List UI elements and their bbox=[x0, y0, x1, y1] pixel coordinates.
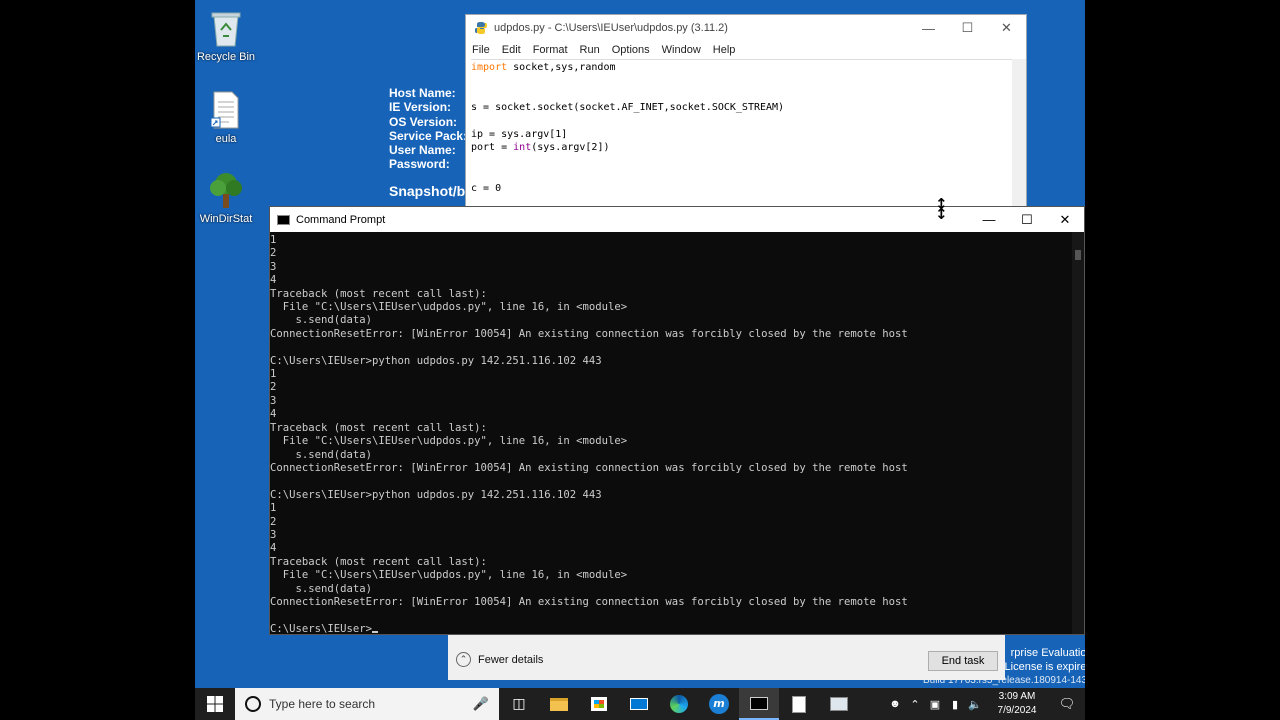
desktop-icon-label: eula bbox=[215, 133, 237, 145]
microphone-icon[interactable]: 🎤 bbox=[473, 696, 489, 712]
menu-options[interactable]: Options bbox=[612, 44, 650, 56]
close-icon[interactable]: ✕ bbox=[987, 15, 1026, 41]
tree-icon bbox=[210, 173, 242, 208]
cmd-titlebar[interactable]: Command Prompt — ☐ ✕ bbox=[270, 207, 1084, 232]
console-text: 1 2 3 4 Traceback (most recent call last… bbox=[270, 234, 908, 608]
task-view-icon[interactable]: ◫ bbox=[499, 688, 539, 720]
chevron-up-icon: ⌃ bbox=[456, 652, 471, 667]
edge-browser-icon[interactable] bbox=[659, 688, 699, 720]
desktop-icon-windirstat[interactable]: WinDirStat bbox=[195, 170, 261, 225]
search-placeholder: Type here to search bbox=[269, 697, 376, 711]
code-line: c = 0 bbox=[471, 182, 502, 194]
bginfo-label: OS Version: bbox=[389, 114, 458, 129]
system-tray: ☻ ⌃ ▣ ▮ 🔈 3:09 AM 7/9/2024 🗨 bbox=[885, 688, 1085, 720]
maximize-icon[interactable]: ☐ bbox=[1008, 207, 1046, 232]
bginfo-label: Host Name: bbox=[389, 86, 456, 100]
menu-help[interactable]: Help bbox=[713, 44, 736, 56]
code-builtin: int bbox=[513, 142, 532, 154]
chevron-up-icon[interactable]: ⌃ bbox=[905, 698, 925, 711]
idle-editor-window[interactable]: udpdos.py - C:\Users\IEUser\udpdos.py (3… bbox=[465, 14, 1027, 214]
scrollbar-thumb[interactable] bbox=[1075, 250, 1081, 260]
menu-file[interactable]: File bbox=[472, 44, 490, 56]
notepad-taskbar-icon[interactable] bbox=[779, 688, 819, 720]
command-prompt-window[interactable]: Command Prompt — ☐ ✕ ↕ ↕ 1 2 3 4 Tracebac… bbox=[269, 197, 1085, 635]
idle-titlebar[interactable]: udpdos.py - C:\Users\IEUser\udpdos.py (3… bbox=[466, 15, 1026, 41]
code-text: socket,sys,random bbox=[507, 62, 616, 73]
code-line: s = socket.socket(socket.AF_INET,socket.… bbox=[471, 102, 785, 114]
python-icon bbox=[475, 22, 487, 34]
command-prompt-taskbar-icon[interactable] bbox=[739, 688, 779, 720]
bginfo-snapshot: Snapshot/ba bbox=[389, 182, 474, 199]
menu-format[interactable]: Format bbox=[533, 44, 568, 56]
network-icon[interactable]: ▣ bbox=[925, 698, 945, 711]
idle-menubar: File Edit Format Run Options Window Help bbox=[466, 41, 1026, 59]
code-text: port = bbox=[471, 142, 514, 154]
menu-run[interactable]: Run bbox=[580, 44, 600, 56]
minimize-icon[interactable]: — bbox=[909, 15, 948, 41]
clock-date: 7/9/2024 bbox=[997, 705, 1037, 716]
idle-scrollbar[interactable] bbox=[1012, 59, 1026, 213]
maximize-icon[interactable]: ☐ bbox=[948, 15, 987, 41]
windows-logo-icon bbox=[207, 696, 223, 712]
close-icon[interactable]: ✕ bbox=[1046, 207, 1084, 232]
code-editor[interactable]: import socket,sys,random s = socket.sock… bbox=[471, 59, 1012, 195]
task-manager-window: ⌃ Fewer details End task bbox=[448, 633, 1005, 680]
desktop-icon-label: Recycle Bin bbox=[196, 51, 256, 63]
start-button[interactable] bbox=[195, 688, 235, 720]
bginfo-panel: Host Name: IE Version: OS Version: Servi… bbox=[389, 86, 473, 198]
volume-muted-icon[interactable]: 🔈 bbox=[965, 698, 985, 711]
evaluation-watermark: rprise Evaluation License is expired Bui… bbox=[923, 646, 1085, 688]
fewer-details-button[interactable]: ⌃ Fewer details bbox=[456, 652, 543, 667]
code-keyword: import bbox=[471, 62, 508, 73]
power-icon[interactable]: ▮ bbox=[945, 698, 965, 711]
bginfo-label: IE Version: bbox=[389, 100, 452, 115]
code-text: (sys.argv[2]) bbox=[531, 142, 610, 154]
file-explorer-icon[interactable] bbox=[539, 688, 579, 720]
desktop-icon-recycle-bin[interactable]: Recycle Bin bbox=[195, 8, 261, 63]
recycle-bin-icon bbox=[211, 12, 241, 47]
code-line: ip = sys.argv[1] bbox=[471, 129, 568, 141]
taskbar-clock[interactable]: 3:09 AM 7/9/2024 bbox=[985, 690, 1049, 718]
mail-icon[interactable] bbox=[619, 688, 659, 720]
cmd-scrollbar[interactable] bbox=[1072, 232, 1084, 634]
console-prompt: C:\Users\IEUser> bbox=[270, 622, 373, 634]
minimize-icon[interactable]: — bbox=[970, 207, 1008, 232]
bginfo-label: Password: bbox=[389, 157, 450, 172]
taskbar-search-box[interactable]: Type here to search 🎤 bbox=[235, 688, 499, 720]
taskbar: Type here to search 🎤 ◫ m ☻ ⌃ ▣ ▮ 🔈 3:09… bbox=[195, 688, 1085, 720]
media-app-icon[interactable]: m bbox=[699, 688, 739, 720]
desktop-icon-label: WinDirStat bbox=[199, 213, 253, 225]
menu-edit[interactable]: Edit bbox=[502, 44, 521, 56]
desktop: Recycle Bin eula WinDirStat Host Name: I… bbox=[195, 0, 1085, 720]
console-output[interactable]: 1 2 3 4 Traceback (most recent call last… bbox=[270, 232, 1072, 634]
desktop-icon-eula[interactable]: eula bbox=[195, 90, 261, 145]
menu-window[interactable]: Window bbox=[662, 44, 701, 56]
watermark-line: License is expired bbox=[1004, 661, 1085, 673]
cortana-icon bbox=[245, 696, 261, 712]
text-file-icon bbox=[211, 91, 239, 129]
cmd-title: Command Prompt bbox=[296, 213, 386, 226]
text-cursor bbox=[372, 630, 379, 633]
end-task-button[interactable]: End task bbox=[928, 651, 998, 671]
idle-title: udpdos.py - C:\Users\IEUser\udpdos.py (3… bbox=[494, 22, 728, 34]
task-manager-taskbar-icon[interactable] bbox=[819, 688, 859, 720]
watermark-line: rprise Evaluation bbox=[1010, 647, 1085, 659]
clock-time: 3:09 AM bbox=[998, 691, 1036, 702]
store-icon[interactable] bbox=[579, 688, 619, 720]
cmd-icon bbox=[277, 214, 290, 225]
people-icon[interactable]: ☻ bbox=[885, 698, 905, 710]
notifications-icon[interactable]: 🗨 bbox=[1049, 696, 1085, 712]
resize-cursor-icon: ↕ ↕ bbox=[935, 195, 948, 223]
fewer-details-label: Fewer details bbox=[478, 653, 544, 666]
bginfo-label: User Name: bbox=[389, 143, 456, 158]
bginfo-label: Service Pack: bbox=[389, 128, 468, 143]
